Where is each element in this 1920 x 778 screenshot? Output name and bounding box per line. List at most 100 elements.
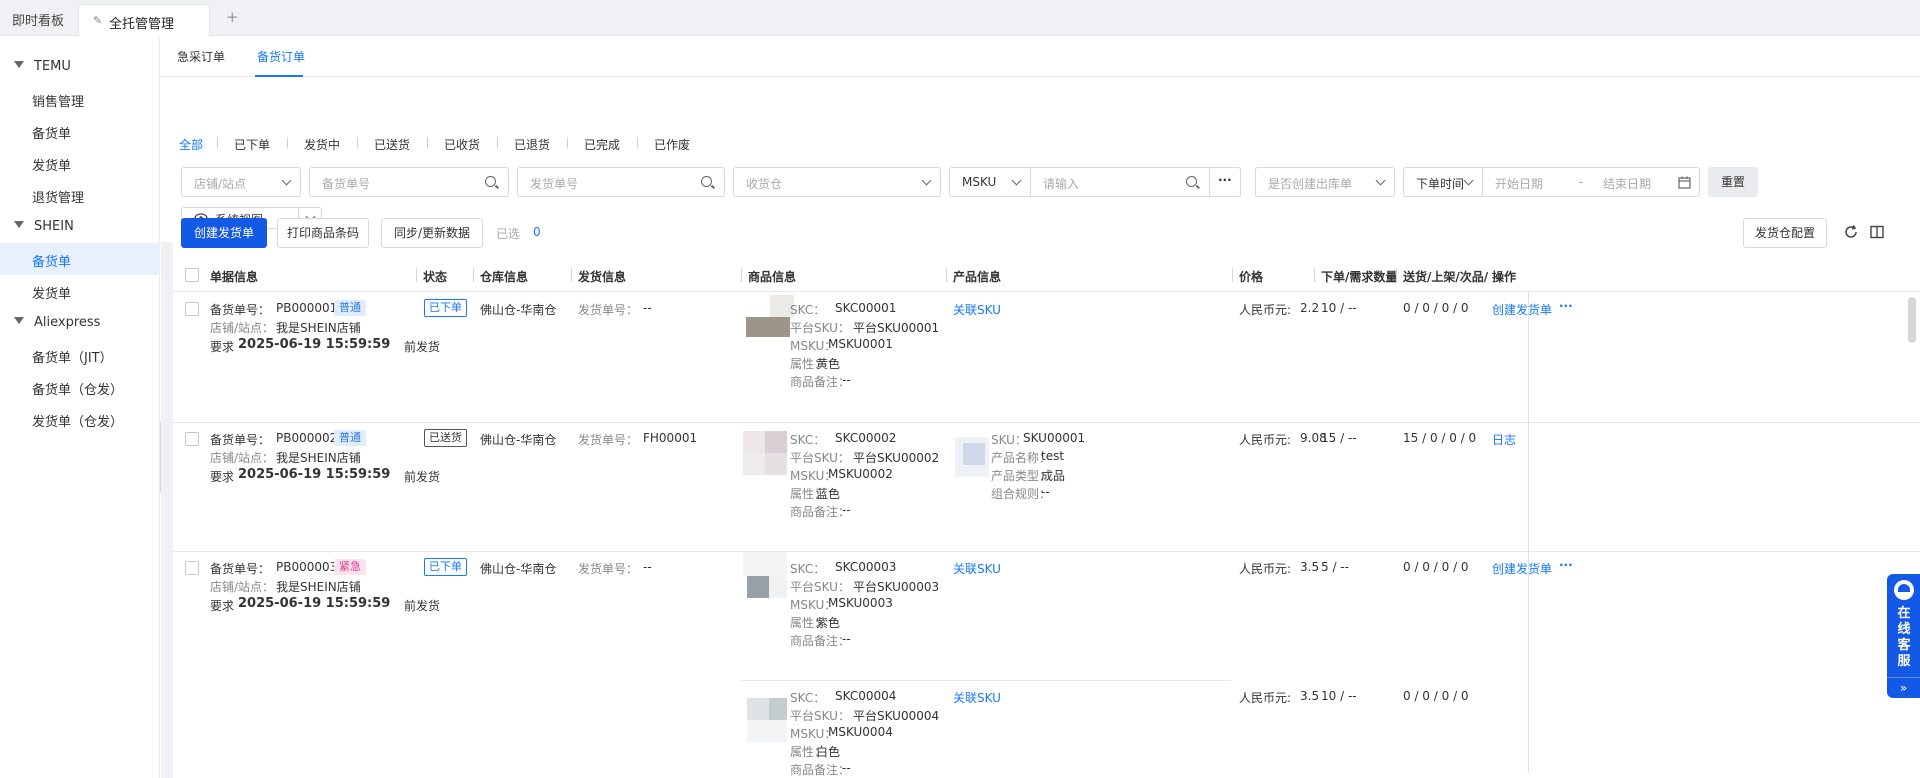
divider (416, 268, 417, 282)
online-service-widget[interactable]: 在线客服 » (1887, 574, 1920, 698)
divider (741, 680, 1231, 681)
link-sku-link[interactable]: 关联SKU (953, 301, 1001, 318)
caret-down-icon (14, 61, 24, 68)
tab-full-managed[interactable]: ✎ 全托管管理 (78, 4, 210, 36)
sidebar-group-label: SHEIN (34, 219, 74, 234)
online-service-label: 在线客服 (1897, 606, 1911, 669)
store-value: 我是SHEIN店铺 (276, 321, 361, 335)
sidebar: TEMU 销售管理 备货单 发货单 退货管理 SHEIN 备货单 发货单 Ali… (0, 37, 160, 778)
note-label: 商品备注： (790, 505, 851, 519)
require-label: 要求 (210, 340, 235, 354)
warehouse-value: 佛山仓-华南仓 (480, 303, 557, 317)
more-actions-icon[interactable]: ··· (1559, 299, 1573, 313)
priority-badge: 普通 (334, 300, 366, 316)
tab-dashboard[interactable]: 即时看板 (12, 10, 64, 29)
deadline-value: 2025-06-19 15:59:59 (238, 596, 391, 611)
sidebar-group-label: Aliexpress (34, 315, 101, 330)
skc-value: SKC00003 (835, 560, 897, 574)
ship-no-value: -- (643, 301, 652, 315)
create-shipment-link[interactable]: 创建发货单 (1492, 301, 1552, 318)
create-shipment-link[interactable]: 创建发货单 (1492, 560, 1552, 577)
stock-no-label: 备货单号： (210, 303, 271, 317)
quantity-value: 10 / -- (1321, 301, 1357, 315)
vertical-scrollbar[interactable] (1908, 297, 1916, 343)
row-checkbox[interactable] (185, 561, 199, 575)
pin-icon[interactable]: ✎ (93, 14, 102, 27)
divider (571, 268, 572, 282)
skc-label: SKC： (790, 303, 826, 317)
sidebar-item-temu-sales[interactable]: 销售管理 (0, 83, 160, 115)
sidebar-item-label: 备货单（仓发） (32, 383, 124, 398)
sidebar-item-ali-warehouse-ship[interactable]: 发货单（仓发） (0, 403, 160, 435)
main-content: 急采订单 备货订单 全部 已下单 发货中 已送货 已收货 已退货 已完成 已作废… (161, 37, 1920, 778)
status-badge: 已下单 (424, 558, 467, 576)
note-label: 商品备注： (790, 375, 851, 389)
priority-badge: 普通 (334, 430, 366, 446)
select-all-checkbox[interactable] (185, 268, 199, 282)
delivery-value: 0 / 0 / 0 / 0 (1403, 560, 1469, 574)
product-thumbnail (743, 431, 791, 477)
sidebar-item-temu-return[interactable]: 退货管理 (0, 179, 160, 211)
quantity-value: 15 / -- (1321, 431, 1357, 445)
note-label: 商品备注： (790, 634, 851, 648)
col-quantity: 下单/需求数量 (1321, 270, 1398, 284)
sidebar-item-temu-stock[interactable]: 备货单 (0, 115, 160, 147)
stock-no-label: 备货单号： (210, 562, 271, 576)
divider (946, 268, 947, 282)
sidebar-group-aliexpress[interactable]: Aliexpress (0, 307, 160, 339)
skc-label: SKC： (790, 562, 826, 576)
sidebar-item-shein-ship[interactable]: 发货单 (0, 275, 160, 307)
divider (741, 268, 742, 282)
link-sku-link[interactable]: 关联SKU (953, 689, 1001, 706)
note-value: -- (842, 373, 851, 387)
skc-label: SKC： (790, 691, 826, 705)
store-value: 我是SHEIN店铺 (276, 580, 361, 594)
sku-value: SKU00001 (1023, 431, 1086, 445)
platform-sku-label: 平台SKU： (790, 709, 850, 723)
stock-no-value: PB000001 (276, 301, 338, 315)
col-doc-info: 单据信息 (210, 270, 259, 284)
sidebar-group-label: TEMU (34, 59, 71, 74)
store-label: 店铺/站点： (210, 580, 275, 594)
require-label: 要求 (210, 599, 235, 613)
more-actions-icon[interactable]: ··· (1559, 558, 1573, 572)
platform-sku-label: 平台SKU： (790, 580, 850, 594)
sku-label: SKU： (991, 433, 1027, 447)
before-ship-label: 前发货 (404, 470, 441, 484)
sidebar-item-ali-warehouse-stock[interactable]: 备货单（仓发） (0, 371, 160, 403)
attr-value: 紫色 (816, 616, 841, 630)
table-header: 单据信息 状态 仓库信息 发货信息 商品信息 产品信息 价格 下单/需求数量 送… (173, 259, 1920, 292)
price-prefix: 人民币元: (1239, 562, 1292, 576)
divider (1232, 268, 1233, 282)
fixed-column-shadow (1528, 292, 1529, 773)
sidebar-item-temu-ship[interactable]: 发货单 (0, 147, 160, 179)
sidebar-item-shein-stock[interactable]: 备货单 (0, 243, 160, 275)
deadline-value: 2025-06-19 15:59:59 (238, 337, 391, 352)
sidebar-item-ali-jit[interactable]: 备货单（JIT） (0, 339, 160, 371)
priority-badge: 紧急 (334, 559, 366, 575)
expand-icon[interactable]: » (1887, 677, 1920, 698)
platform-sku-label: 平台SKU： (790, 451, 850, 465)
store-value: 我是SHEIN店铺 (276, 451, 361, 465)
before-ship-label: 前发货 (404, 340, 441, 354)
attr-value: 黄色 (816, 357, 841, 371)
log-link[interactable]: 日志 (1492, 431, 1516, 448)
sidebar-group-temu[interactable]: TEMU (0, 51, 160, 83)
status-badge: 已下单 (424, 299, 467, 317)
link-sku-link[interactable]: 关联SKU (953, 560, 1001, 577)
price-prefix: 人民币元: (1239, 303, 1292, 317)
note-value: -- (842, 503, 851, 517)
sidebar-item-label: 备货单 (32, 255, 72, 270)
warehouse-value: 佛山仓-华南仓 (480, 433, 557, 447)
row-checkbox[interactable] (185, 432, 199, 446)
msku-value: MSKU0004 (828, 725, 893, 739)
warehouse-value: 佛山仓-华南仓 (480, 562, 557, 576)
add-tab-button[interactable]: + (226, 8, 239, 26)
col-status: 状态 (423, 270, 448, 284)
row-checkbox[interactable] (185, 302, 199, 316)
product-type-value: 成品 (1041, 469, 1066, 483)
platform-sku-value: 平台SKU00004 (853, 709, 940, 723)
col-product: 产品信息 (953, 270, 1002, 284)
sidebar-group-shein[interactable]: SHEIN (0, 211, 160, 243)
divider (473, 268, 474, 282)
